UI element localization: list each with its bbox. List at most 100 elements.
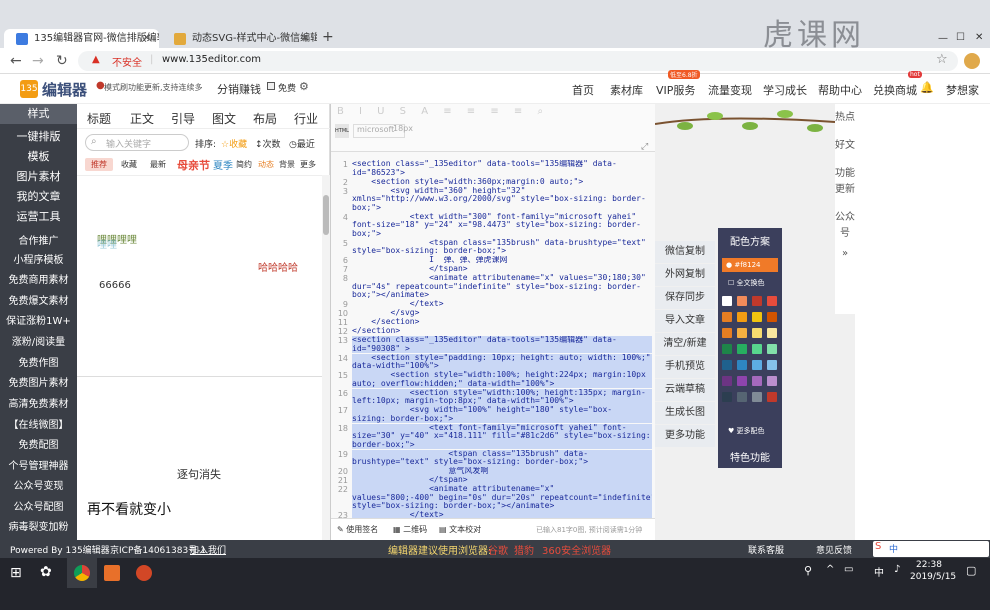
special-functions[interactable]: 特色功能 <box>718 449 782 464</box>
tab-body[interactable]: 正文 <box>130 110 154 127</box>
notification-icon[interactable]: ▢ <box>966 564 976 577</box>
sidebar-item-hd[interactable]: 高清免费素材 <box>0 395 77 410</box>
sidebar-item-articles[interactable]: 我的文章 <box>0 188 77 204</box>
tab-title[interactable]: 标题 <box>87 110 111 127</box>
color-swatch[interactable] <box>722 344 732 354</box>
sidebar-item-viral[interactable]: 病毒裂变加粉 <box>0 518 77 533</box>
nav-materials[interactable]: 素材库 <box>610 82 643 98</box>
color-swatch[interactable] <box>767 392 777 402</box>
sidebar-item-draw[interactable]: 免费作图 <box>0 354 77 369</box>
search-input[interactable]: ⌕ 输入关键字 <box>85 134 189 151</box>
sidebar-item-free-viral[interactable]: 免费爆文素材 <box>0 292 77 307</box>
code-line[interactable]: 意气风发啊 <box>352 467 652 476</box>
forward-icon[interactable]: → <box>32 53 44 69</box>
tab-industry[interactable]: 行业 <box>294 110 318 127</box>
expand-icon[interactable]: ⤢ <box>641 142 648 152</box>
code-line[interactable]: <animate attributename="x" values="30;18… <box>352 274 652 300</box>
sort-recent[interactable]: ◷最近 <box>289 137 315 150</box>
color-swatch[interactable] <box>767 296 777 306</box>
color-swatch[interactable] <box>737 328 747 338</box>
browser-tab-active[interactable]: 135编辑器官网-微信排版编辑器 ✕ <box>4 29 159 48</box>
ime-toolbar[interactable]: S 中 <box>873 541 989 557</box>
close-window-icon[interactable]: ✕ <box>975 32 983 43</box>
people-icon[interactable]: ⚲ <box>804 564 812 577</box>
nav-learning[interactable]: 学习成长 <box>763 82 807 98</box>
sidebar-item-gzh-pic[interactable]: 公众号配图 <box>0 498 77 513</box>
code-line[interactable]: <section class="_135editor" data-tools="… <box>352 160 652 177</box>
tab-updates[interactable]: 功能更新 <box>835 166 855 198</box>
color-swatch[interactable] <box>767 376 777 386</box>
bookmark-star-icon[interactable]: ☆ <box>936 52 948 67</box>
color-swatch[interactable] <box>737 312 747 322</box>
more-colors-button[interactable]: ♥ 更多配色 <box>728 426 765 436</box>
sidebar-item-reads[interactable]: 涨粉/阅读量 <box>0 333 77 348</box>
avatar[interactable] <box>964 53 980 69</box>
long-image-button[interactable]: 生成长图 <box>655 402 715 424</box>
tab-hot[interactable]: 热点 <box>835 110 855 126</box>
reload-icon[interactable]: ↻ <box>56 53 68 69</box>
close-tab-icon[interactable]: ✕ <box>301 29 309 48</box>
color-swatch[interactable] <box>752 328 762 338</box>
code-line[interactable]: <tspan class="135brush" data- brushtype=… <box>352 449 652 467</box>
sidebar-item-freepic[interactable]: 免费配图 <box>0 436 77 451</box>
color-swatch[interactable] <box>722 296 732 306</box>
network-icon[interactable]: ▭ <box>844 564 853 575</box>
code-line[interactable]: </text> <box>352 300 652 309</box>
format-icons[interactable]: B I U S A ≡ ≡ ≡ ≡ ⌕ <box>337 106 549 117</box>
qrcode-button[interactable]: ▦ 二维码 <box>393 524 427 535</box>
tray-up-icon[interactable]: ^ <box>826 564 834 575</box>
close-tab-icon[interactable]: ✕ <box>143 29 151 48</box>
tab-good[interactable]: 好文 <box>835 138 855 154</box>
chrome-app-icon[interactable] <box>67 558 97 588</box>
expand-right-icon[interactable]: » <box>835 246 855 262</box>
sidebar-item-template[interactable]: 模板 <box>0 148 77 164</box>
color-swatch[interactable] <box>752 376 762 386</box>
nav-home[interactable]: 首页 <box>572 82 594 98</box>
code-line[interactable]: <section style="width:360px;margin:0 aut… <box>352 178 652 187</box>
filter-latest[interactable]: 最新 <box>150 159 166 170</box>
color-swatch[interactable] <box>752 360 762 370</box>
sidebar-item-styles[interactable]: 样式 <box>0 104 77 124</box>
sidebar-item-gzh-money[interactable]: 公众号变现 <box>0 477 77 492</box>
sidebar-item-images[interactable]: 图片素材 <box>0 168 77 184</box>
filter-dynamic[interactable]: 动态 <box>258 159 274 170</box>
browser-tab[interactable]: 动态SVG-样式中心-微信编辑丰 ✕ <box>162 29 317 48</box>
settings-app-icon[interactable]: ✿ <box>40 564 52 580</box>
clear-new-button[interactable]: 清空/新建 <box>655 333 715 355</box>
sidebar-item-free-images[interactable]: 免费图片素材 <box>0 374 77 389</box>
more-functions-button[interactable]: 更多功能 <box>655 425 715 447</box>
color-swatch[interactable] <box>767 344 777 354</box>
sidebar-item-tools[interactable]: 运营工具 <box>0 208 77 224</box>
mobile-preview-button[interactable]: 手机预览 <box>655 356 715 378</box>
color-swatch[interactable] <box>722 376 732 386</box>
scrollbar-thumb[interactable] <box>323 195 329 235</box>
sidebar-item-free-commercial[interactable]: 免费商用素材 <box>0 271 77 286</box>
tab-gzh[interactable]: 公众号 <box>835 210 855 242</box>
color-swatch[interactable] <box>737 296 747 306</box>
settings-icon[interactable]: ⚙ <box>299 80 309 93</box>
filter-summer[interactable]: 夏季 <box>213 157 233 172</box>
color-swatches[interactable] <box>718 296 782 426</box>
tab-guide[interactable]: 引导 <box>171 110 195 127</box>
sort-count[interactable]: ↕次数 <box>255 137 281 150</box>
code-line[interactable]: <section style="width:100%; height:135px… <box>352 388 652 406</box>
code-line[interactable]: <text width="300" font-family="microsoft… <box>352 213 652 239</box>
announcement[interactable]: 模式刷功能更新,支持连续多 <box>104 82 209 93</box>
color-swatch[interactable] <box>722 328 732 338</box>
sidebar-item-mini[interactable]: 小程序模板 <box>0 251 77 266</box>
all-recolor-checkbox[interactable]: ☐ 全文换色 <box>728 278 765 288</box>
nav-monetize[interactable]: 流量变现 <box>708 82 752 98</box>
import-article-button[interactable]: 导入文章 <box>655 310 715 332</box>
ime-indicator[interactable]: 中 <box>874 564 884 579</box>
html-mode-icon[interactable]: HTML <box>335 124 349 138</box>
code-line[interactable]: <animate attributename="x" values="800;-… <box>352 485 652 511</box>
free-checkbox[interactable] <box>267 82 275 90</box>
maximize-icon[interactable]: ☐ <box>956 32 965 43</box>
code-line[interactable]: <svg width="360" height="32" xmlns="http… <box>352 187 652 213</box>
filter-recommend[interactable]: 推荐 <box>85 158 113 171</box>
code-line[interactable]: </svg> <box>352 309 652 318</box>
color-swatch[interactable] <box>752 392 762 402</box>
volume-icon[interactable]: ♪ <box>894 564 900 575</box>
color-swatch[interactable] <box>722 392 732 402</box>
feedback-link[interactable]: 意见反馈 <box>816 543 852 556</box>
